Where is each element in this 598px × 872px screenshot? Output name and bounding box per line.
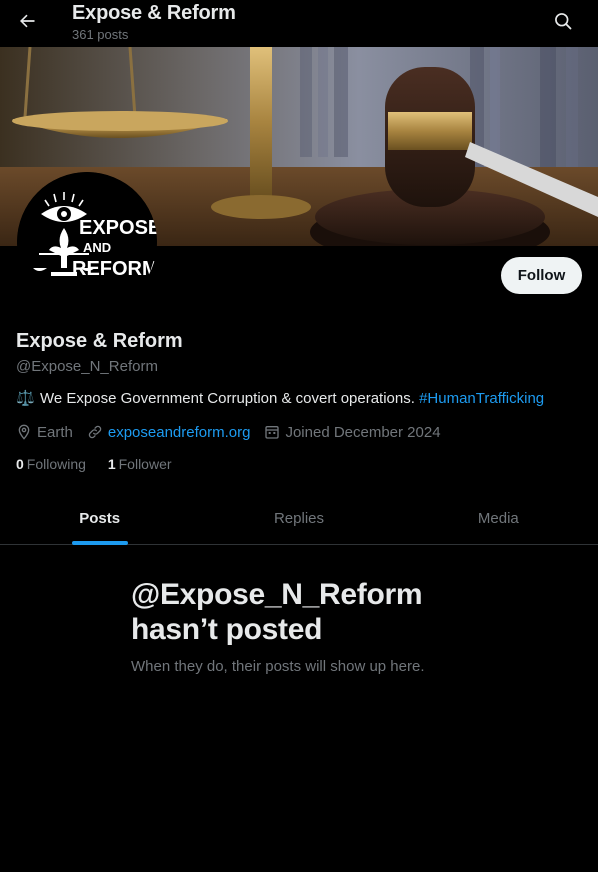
tab-posts-label: Posts xyxy=(79,509,121,527)
following-count: 0 xyxy=(16,456,24,472)
followers-link[interactable]: 1 Follower xyxy=(108,456,172,472)
profile-name: Expose & Reform xyxy=(16,330,183,352)
logo-text-expose: EXPOSE xyxy=(79,217,157,239)
tab-replies[interactable]: Replies xyxy=(199,492,398,544)
balance-scale-emoji: ⚖️ xyxy=(16,390,35,407)
location-text: Earth xyxy=(37,423,73,441)
tab-media[interactable]: Media xyxy=(399,492,598,544)
link-icon xyxy=(88,425,102,439)
search-icon xyxy=(555,13,572,30)
post-count: 361 posts xyxy=(72,27,129,42)
page-title: Expose & Reform xyxy=(72,2,236,24)
search-button[interactable] xyxy=(548,6,578,36)
followers-label: Follower xyxy=(118,456,172,472)
avatar[interactable]: EXPOSE AND REFORM xyxy=(17,172,157,312)
top-bar: Expose & Reform 361 posts xyxy=(0,0,598,47)
arrow-left-icon xyxy=(20,14,35,28)
tab-replies-label: Replies xyxy=(273,509,324,527)
joined-text: Joined December 2024 xyxy=(285,423,441,441)
follow-button[interactable]: Follow xyxy=(501,257,582,294)
bio-hashtag-link[interactable]: #HumanTrafficking xyxy=(419,390,544,407)
profile-handle: @Expose_N_Reform xyxy=(16,358,158,375)
location-pin-icon xyxy=(18,424,30,440)
empty-state-title: @Expose_N_Reform hasn’t posted xyxy=(131,578,423,646)
bio-text: We Expose Government Corruption & covert… xyxy=(40,390,415,407)
back-button[interactable] xyxy=(12,6,42,36)
calendar-icon xyxy=(265,426,280,439)
expose-and-reform-logo: EXPOSE AND REFORM xyxy=(17,172,157,312)
website-link[interactable]: exposeandreform.org xyxy=(108,424,251,441)
following-link[interactable]: 0 Following xyxy=(16,456,86,472)
profile-bio: ⚖️ We Expose Government Corruption & cove… xyxy=(16,389,544,407)
tab-posts[interactable]: Posts xyxy=(0,492,199,545)
logo-text-reform: REFORM xyxy=(72,258,157,280)
joined-item: Joined December 2024 xyxy=(264,423,441,441)
website-item[interactable]: exposeandreform.org xyxy=(87,424,251,441)
empty-state-subtitle: When they do, their posts will show up h… xyxy=(131,658,425,675)
following-label: Following xyxy=(26,456,86,472)
profile-meta: Earth exposeandreform.org Joined Decembe… xyxy=(16,422,455,442)
profile-tabs: Posts Replies Media xyxy=(0,492,598,545)
location-item: Earth xyxy=(16,424,73,441)
active-tab-indicator xyxy=(71,541,128,545)
follow-counts: 0 Following 1 Follower xyxy=(16,456,190,472)
followers-count: 1 xyxy=(107,456,116,472)
tab-media-label: Media xyxy=(477,509,519,527)
logo-text-and: AND xyxy=(83,240,111,255)
